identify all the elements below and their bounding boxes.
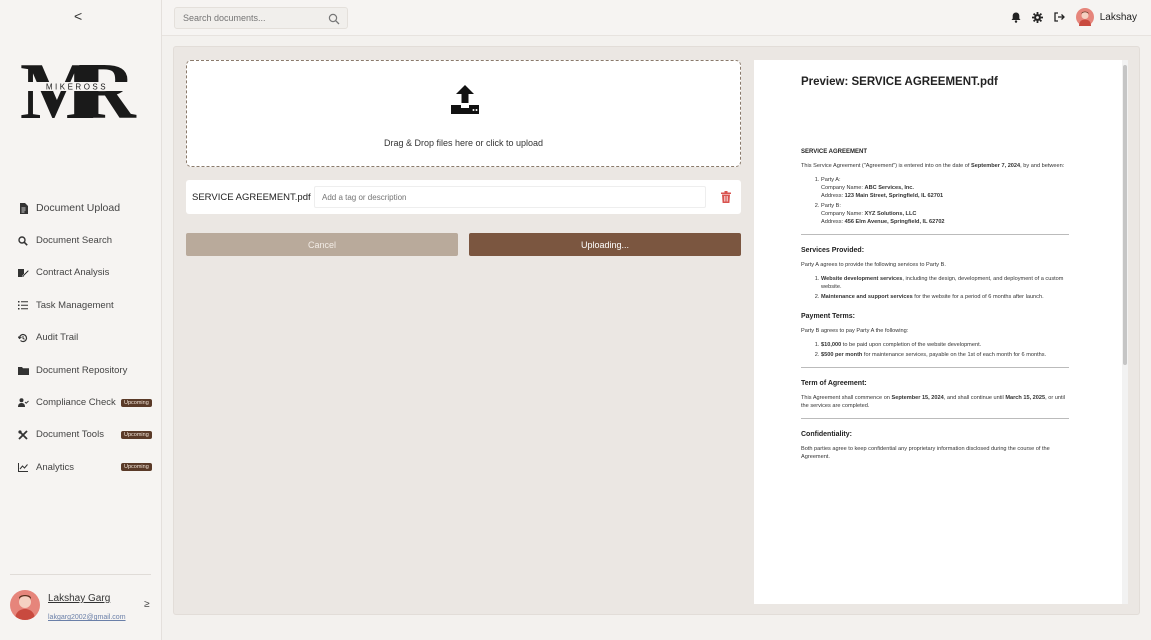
topbar-actions: Lakshay [1010, 8, 1137, 26]
sidebar-item-analytics[interactable]: Analytics Upcoming [0, 451, 162, 483]
sidebar-item-label: Document Upload [36, 202, 121, 215]
avatar[interactable] [1075, 8, 1094, 26]
gear-icon[interactable] [1032, 11, 1044, 23]
sidebar-item-document-search[interactable]: Document Search [0, 224, 162, 256]
list-item: Party B: Company Name: XYZ Solutions, LL… [821, 202, 1069, 226]
sidebar-item-label: Document Repository [36, 364, 128, 376]
sidebar-item-label: Document Tools [36, 429, 104, 441]
preview-scrollbar[interactable] [1122, 60, 1128, 604]
cancel-button[interactable]: Cancel [186, 233, 458, 256]
doc-payment-list: $10,000 to be paid upon completion of th… [801, 341, 1069, 359]
doc-parties-list: Party A: Company Name: ABC Services, Inc… [801, 176, 1069, 226]
file-dropzone[interactable]: Drag & Drop files here or click to uploa… [186, 60, 741, 167]
doc-section-title: Services Provided: [801, 247, 865, 254]
selected-file-name: SERVICE AGREEMENT.pdf [192, 192, 311, 203]
sidebar-item-compliance-check[interactable]: Compliance Check Upcoming [0, 386, 162, 418]
upcoming-badge: Upcoming [121, 463, 152, 472]
search-icon [16, 234, 30, 248]
list-icon [16, 298, 30, 312]
doc-section-title: Confidentiality: [801, 431, 852, 438]
mikeross-logo: M R MIKEROSS [20, 48, 138, 136]
sidebar-item-label: Task Management [36, 299, 114, 311]
sidebar-item-label: Document Search [36, 235, 113, 247]
sidebar: < M R MIKEROSS Document Upload Document … [0, 0, 162, 640]
preview-title: Preview: SERVICE AGREEMENT.pdf [801, 76, 998, 88]
upcoming-badge: Upcoming [121, 430, 152, 439]
doc-services-list: Website development services, including … [801, 275, 1069, 301]
chart-icon [16, 460, 30, 474]
pen-icon [16, 266, 30, 280]
sidebar-item-contract-analysis[interactable]: Contract Analysis [0, 257, 162, 289]
doc-divider [801, 418, 1069, 419]
sidebar-item-document-repository[interactable]: Document Repository [0, 354, 162, 386]
doc-paragraph: Party A agrees to provide the following … [801, 262, 946, 268]
dropzone-text: Drag & Drop files here or click to uploa… [383, 138, 544, 148]
list-item: $10,000 to be paid upon completion of th… [821, 341, 1069, 349]
upcoming-badge: Upcoming [121, 398, 152, 407]
doc-divider [801, 234, 1069, 235]
collapse-sidebar-button[interactable]: < [74, 8, 82, 24]
topbar: Lakshay [162, 0, 1151, 36]
doc-section-title: Term of Agreement: [801, 380, 867, 387]
sidebar-item-task-management[interactable]: Task Management [0, 289, 162, 321]
logo-text: MIKEROSS [46, 83, 108, 92]
list-item: Website development services, including … [821, 275, 1069, 291]
search-icon[interactable] [328, 12, 340, 25]
trash-icon[interactable] [721, 190, 733, 203]
doc-paragraph: Both parties agree to keep confidential … [801, 446, 1050, 460]
folder-icon [16, 363, 30, 377]
doc-heading: SERVICE AGREEMENT [801, 149, 868, 155]
doc-paragraph: Party B agrees to pay Party A the follow… [801, 328, 909, 334]
sidebar-item-label: Analytics [36, 461, 75, 473]
search-input[interactable] [175, 8, 315, 28]
sidebar-item-document-tools[interactable]: Document Tools Upcoming [0, 419, 162, 451]
document-preview: Preview: SERVICE AGREEMENT.pdf SERVICE A… [754, 60, 1128, 604]
sidebar-item-document-upload[interactable]: Document Upload [0, 192, 162, 224]
doc-paragraph: This Agreement shall commence on Septemb… [801, 395, 1066, 409]
doc-intro: This Service Agreement ("Agreement") is … [801, 163, 1065, 169]
sidebar-item-label: Compliance Check [36, 397, 116, 409]
search-box [174, 7, 348, 29]
avatar [10, 590, 40, 620]
preview-document-body: SERVICE AGREEMENT This Service Agreement… [801, 148, 1069, 467]
scrollbar-thumb[interactable] [1123, 65, 1127, 365]
sidebar-item-label: Audit Trail [36, 332, 79, 344]
selected-file-row: SERVICE AGREEMENT.pdf [186, 180, 741, 214]
doc-section-title: Payment Terms: [801, 313, 855, 320]
doc-divider [801, 367, 1069, 368]
file-icon [16, 201, 30, 215]
bell-icon[interactable] [1010, 11, 1022, 23]
logout-icon[interactable] [1054, 11, 1066, 23]
list-item: $500 per month for maintenance services,… [821, 351, 1069, 359]
sidebar-item-audit-trail[interactable]: Audit Trail [0, 322, 162, 354]
tools-icon [16, 428, 30, 442]
user-menu-chevron[interactable]: ≥ [144, 599, 150, 610]
sidebar-user-profile[interactable]: Lakshay Garg lakgarg2002@gmail.com ≥ [10, 590, 160, 630]
topbar-user-name[interactable]: Lakshay [1100, 12, 1137, 23]
tag-description-input[interactable] [314, 186, 706, 208]
upload-button[interactable]: Uploading... [469, 233, 741, 256]
upload-panel: Drag & Drop files here or click to uploa… [173, 46, 1140, 615]
user-email[interactable]: lakgarg2002@gmail.com [48, 614, 126, 621]
upload-icon [449, 83, 481, 115]
sidebar-divider [10, 574, 151, 575]
history-icon [16, 331, 30, 345]
user-check-icon [16, 396, 30, 410]
sidebar-item-label: Contract Analysis [36, 267, 110, 279]
user-name[interactable]: Lakshay Garg [48, 593, 110, 604]
list-item: Maintenance and support services for the… [821, 293, 1069, 301]
list-item: Party A: Company Name: ABC Services, Inc… [821, 176, 1069, 200]
sidebar-nav: Document Upload Document Search Contract… [0, 192, 162, 484]
